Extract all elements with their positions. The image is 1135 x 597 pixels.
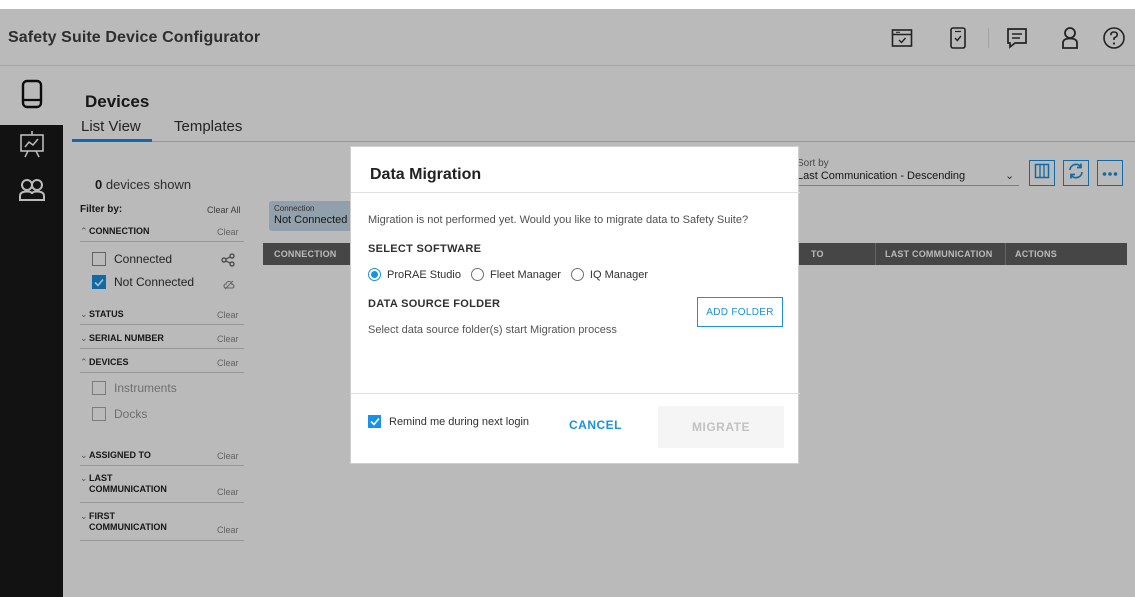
dialog-header-divider [351,192,800,193]
data-source-folder-label: DATA SOURCE FOLDER [368,298,501,310]
radio-label[interactable]: Fleet Manager [490,269,561,281]
remind-checkbox[interactable] [368,415,381,428]
dialog-title: Data Migration [370,166,482,183]
data-migration-dialog: Data Migration Migration is not performe… [350,146,800,464]
migrate-button[interactable]: MIGRATE [658,406,784,448]
radio-prorae-studio[interactable] [368,268,381,281]
remind-label: Remind me during next login [389,415,530,428]
radio-fleet-manager[interactable] [470,268,484,281]
radio-iq-manager[interactable] [570,268,584,281]
select-software-label: SELECT SOFTWARE [368,243,482,255]
remind-checkbox-row[interactable]: Remind me during next login [368,415,529,428]
add-folder-button[interactable]: ADD FOLDER [697,297,783,327]
dialog-footer-divider [351,393,800,394]
dialog-message: Migration is not performed yet. Would yo… [368,214,749,226]
radio-label[interactable]: ProRAE Studio [387,269,461,281]
software-radio-group: ProRAE Studio Fleet Manager IQ Manager [368,268,658,281]
cancel-button[interactable]: CANCEL [569,418,622,432]
radio-label[interactable]: IQ Manager [590,269,648,281]
data-source-hint: Select data source folder(s) start Migra… [368,324,617,336]
